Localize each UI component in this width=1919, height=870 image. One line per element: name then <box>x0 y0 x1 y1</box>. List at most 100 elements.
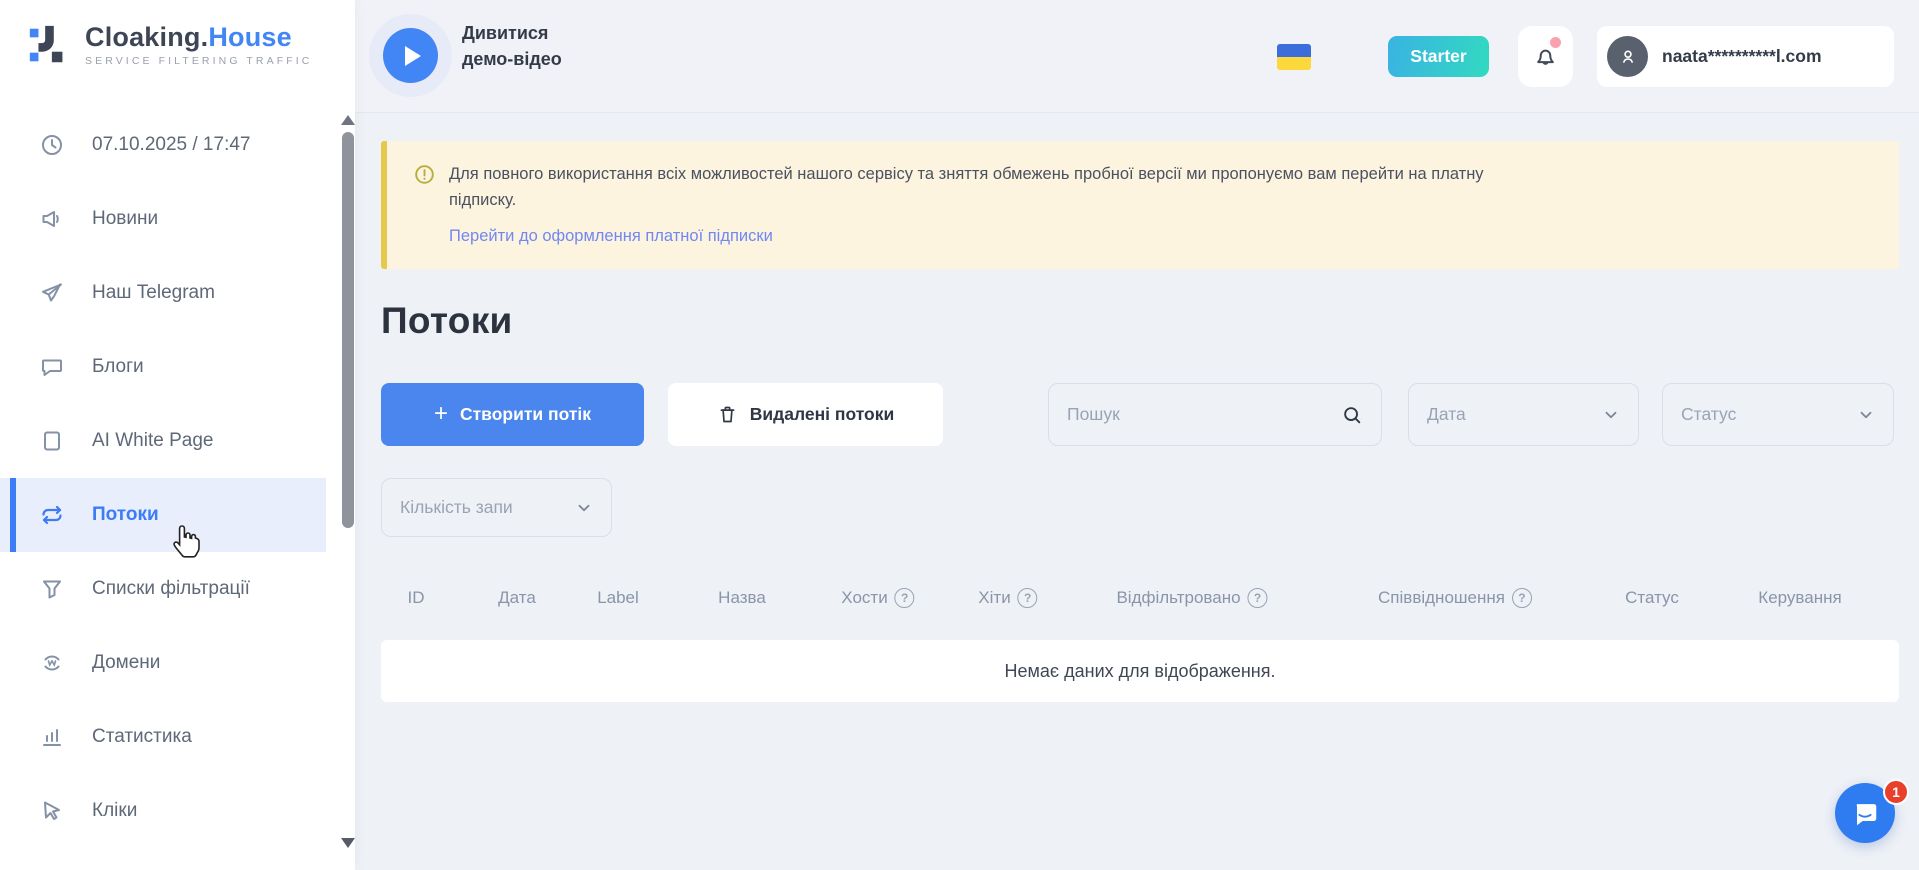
mouse-hand-cursor <box>170 524 202 560</box>
column-label: ID <box>408 588 425 608</box>
sidebar: Cloaking.House SERVICE FILTERING TRAFFIC… <box>0 0 355 870</box>
brand-primary: Cloaking. <box>85 22 208 52</box>
app-root: Cloaking.House SERVICE FILTERING TRAFFIC… <box>0 0 1919 870</box>
warning-circle-icon <box>414 164 435 185</box>
table-empty-state: Немає даних для відображення. <box>381 640 1899 702</box>
sidebar-item-ai-white-page[interactable]: AI White Page <box>0 404 326 478</box>
demo-video-play-button[interactable] <box>383 28 438 83</box>
sidebar-item-date[interactable]: 07.10.2025 / 17:47 <box>0 108 326 182</box>
scrollbar-up-arrow[interactable] <box>341 115 355 125</box>
sidebar-item-statistics[interactable]: Статистика <box>0 700 326 774</box>
sidebar-item-domains[interactable]: Домени <box>0 626 326 700</box>
column-header-hits: Хіти? <box>978 588 1037 608</box>
column-header-id: ID <box>408 588 425 608</box>
status-filter-select[interactable]: Статус <box>1662 383 1894 446</box>
brand-name: Cloaking.House <box>85 23 312 51</box>
brand-tagline: SERVICE FILTERING TRAFFIC <box>85 55 312 67</box>
search-icon[interactable] <box>1341 404 1363 426</box>
globe-w-icon <box>40 651 64 675</box>
clock-icon <box>40 133 64 157</box>
demo-video-label-line2: демо-відео <box>462 46 562 72</box>
search-field <box>1048 383 1382 446</box>
brand-accent: House <box>208 22 292 52</box>
telegram-icon <box>40 281 64 305</box>
trash-icon <box>717 404 738 425</box>
column-label: Назва <box>718 588 766 608</box>
chat-bubble-icon <box>40 355 64 379</box>
column-header-name: Назва <box>718 588 766 608</box>
sidebar-item-filter-lists[interactable]: Списки фільтрації <box>0 552 326 626</box>
sync-icon <box>40 503 64 527</box>
scrollbar-down-arrow[interactable] <box>341 838 355 848</box>
status-filter-placeholder: Статус <box>1681 404 1736 425</box>
main-area: Дивитися демо-відео Starter naata*******… <box>355 0 1919 870</box>
user-account-button[interactable]: naata**********l.com <box>1597 26 1894 87</box>
demo-video-label[interactable]: Дивитися демо-відео <box>462 20 562 72</box>
page-icon <box>40 429 64 453</box>
column-label: Хости <box>841 588 887 608</box>
scrollbar-thumb[interactable] <box>342 132 354 528</box>
column-header-hosts: Хости? <box>841 588 914 608</box>
banner-text-line1: Для повного використання всіх можливосте… <box>449 162 1484 188</box>
search-input[interactable] <box>1067 404 1341 425</box>
deleted-streams-label: Видалені потоки <box>750 404 895 425</box>
records-count-select[interactable]: Кількість запи <box>381 478 612 537</box>
sidebar-item-clicks[interactable]: Кліки <box>0 774 326 848</box>
column-label: Хіти <box>978 588 1010 608</box>
column-header-filtered: Відфільтровано? <box>1116 588 1267 608</box>
create-stream-label: Створити потік <box>460 404 591 425</box>
help-icon[interactable]: ? <box>1512 588 1532 608</box>
sidebar-item-blogs[interactable]: Блоги <box>0 330 326 404</box>
play-icon <box>405 46 421 66</box>
deleted-streams-button[interactable]: Видалені потоки <box>668 383 943 446</box>
logo[interactable]: Cloaking.House SERVICE FILTERING TRAFFIC <box>26 22 312 68</box>
column-label: Статус <box>1625 588 1679 608</box>
column-header-label: Label <box>597 588 639 608</box>
column-header-status: Статус <box>1625 588 1679 608</box>
help-icon[interactable]: ? <box>1248 588 1268 608</box>
sidebar-item-news[interactable]: Новини <box>0 182 326 256</box>
date-filter-select[interactable]: Дата <box>1408 383 1639 446</box>
person-icon <box>1617 46 1639 68</box>
logo-icon <box>26 22 72 68</box>
chat-unread-badge[interactable]: 1 <box>1883 779 1909 805</box>
sidebar-item-label: Списки фільтрації <box>92 578 250 600</box>
column-label: Label <box>597 588 639 608</box>
banner-text: Для повного використання всіх можливосте… <box>449 162 1484 213</box>
plan-badge[interactable]: Starter <box>1388 36 1489 77</box>
help-icon[interactable]: ? <box>1018 588 1038 608</box>
sidebar-item-label: Статистика <box>92 726 192 748</box>
language-flag-ukraine[interactable] <box>1277 44 1311 70</box>
sidebar-item-streams[interactable]: Потоки <box>0 478 326 552</box>
sidebar-item-label: Кліки <box>92 800 137 822</box>
notifications-button[interactable] <box>1518 26 1573 87</box>
cursor-arrow-icon <box>40 799 64 823</box>
avatar <box>1607 36 1648 77</box>
trial-warning-banner: Для повного використання всіх можливосте… <box>381 141 1899 269</box>
sidebar-item-label: Новини <box>92 208 158 230</box>
flag-blue-stripe <box>1277 44 1311 57</box>
table-header: ID Дата Label Назва Хости? Хіти? Відфіль… <box>381 578 1899 622</box>
upgrade-subscription-link[interactable]: Перейти до оформлення платної підписки <box>449 227 773 246</box>
notification-dot <box>1550 37 1561 48</box>
flag-yellow-stripe <box>1277 57 1311 70</box>
chevron-down-icon <box>1857 406 1875 424</box>
chevron-down-icon <box>575 499 593 517</box>
chat-messenger-icon <box>1850 798 1880 828</box>
column-label: Керування <box>1758 588 1841 608</box>
chevron-down-icon <box>1602 406 1620 424</box>
column-label: Дата <box>498 588 536 608</box>
sidebar-item-label: Блоги <box>92 356 144 378</box>
sidebar-item-telegram[interactable]: Наш Telegram <box>0 256 326 330</box>
bar-chart-icon <box>40 725 64 749</box>
logo-text: Cloaking.House SERVICE FILTERING TRAFFIC <box>85 23 312 67</box>
demo-video-label-line1: Дивитися <box>462 20 562 46</box>
page-title: Потоки <box>381 300 513 342</box>
plus-icon: + <box>434 402 448 426</box>
sidebar-item-label: 07.10.2025 / 17:47 <box>92 134 250 156</box>
records-count-placeholder: Кількість запи <box>400 497 513 518</box>
banner-text-line2: підписку. <box>449 188 1484 214</box>
column-header-ratio: Співвідношення? <box>1378 588 1532 608</box>
create-stream-button[interactable]: + Створити потік <box>381 383 644 446</box>
help-icon[interactable]: ? <box>895 588 915 608</box>
